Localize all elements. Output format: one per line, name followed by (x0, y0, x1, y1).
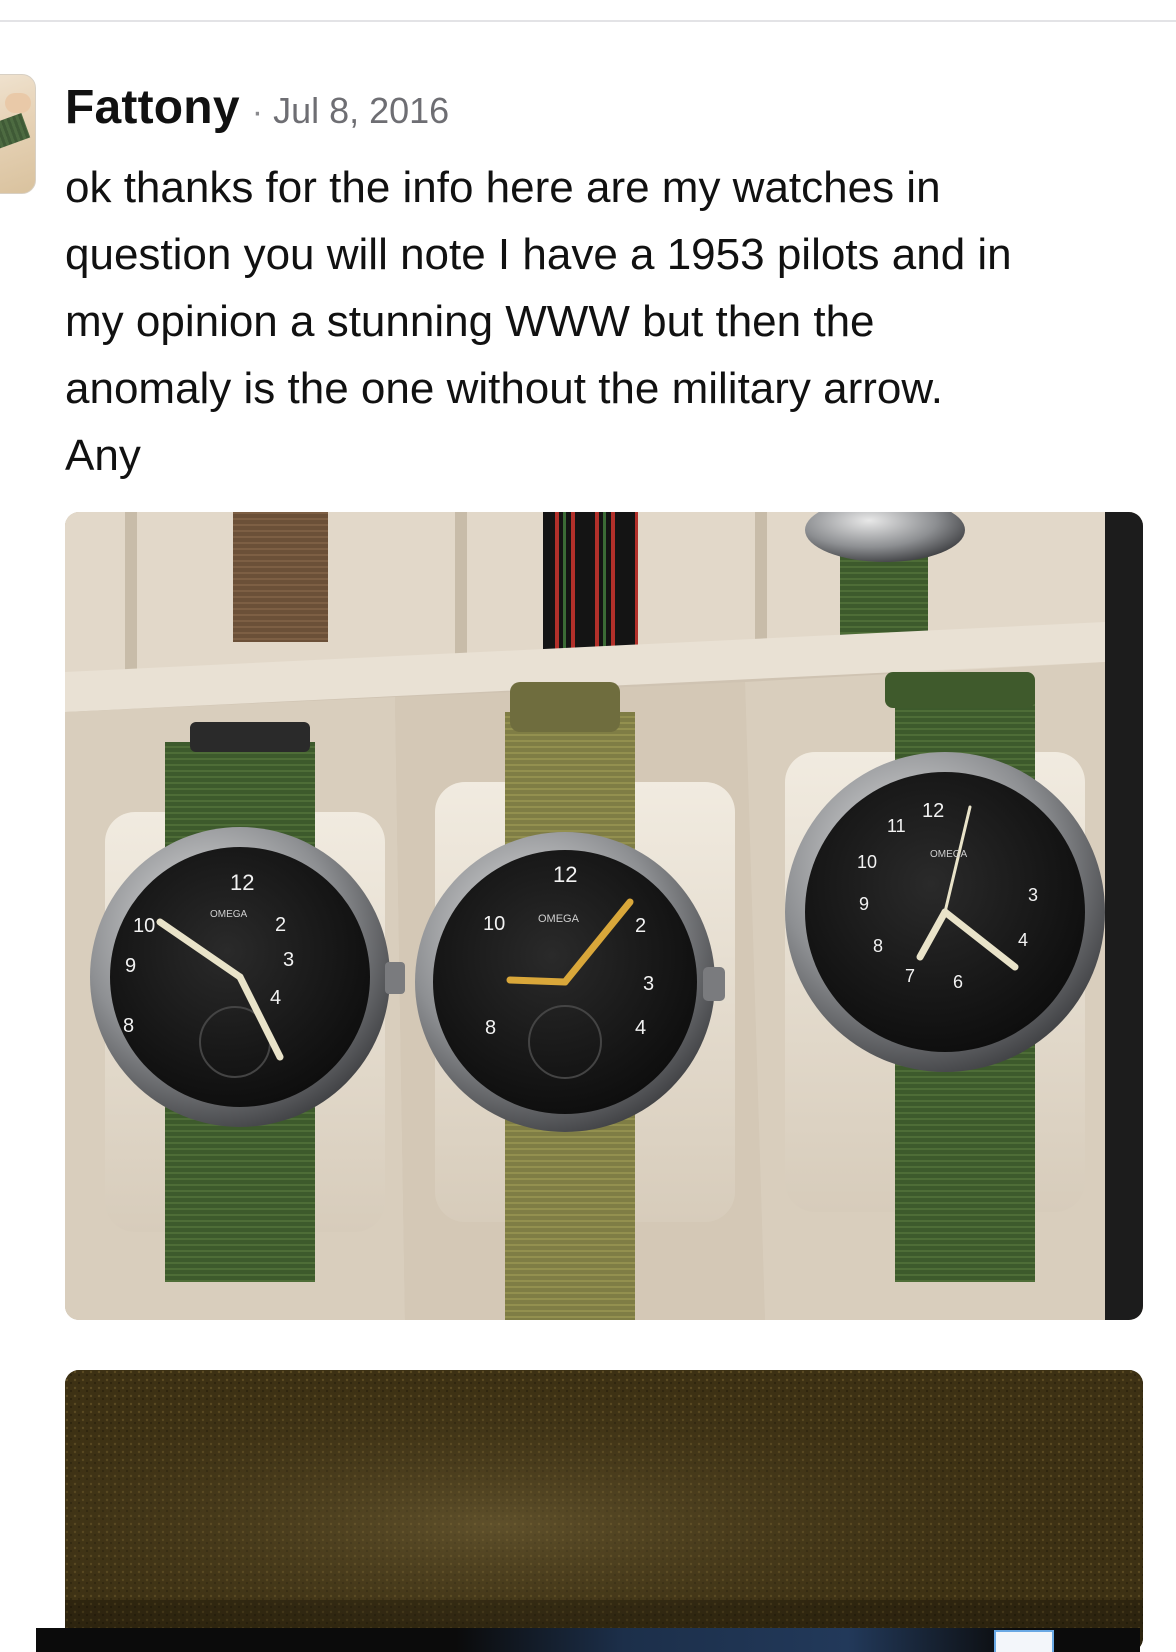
post-body-line: anomaly is the one without the military … (65, 364, 943, 413)
svg-text:4: 4 (635, 1017, 646, 1039)
svg-text:4: 4 (1018, 930, 1028, 950)
svg-text:8: 8 (123, 1015, 134, 1037)
svg-text:OMEGA: OMEGA (538, 913, 580, 925)
svg-text:OMEGA: OMEGA (930, 849, 968, 860)
post-body-line: question you will note I have a 1953 pil… (65, 230, 1012, 279)
svg-text:OMEGA: OMEGA (210, 909, 248, 920)
svg-text:12: 12 (922, 800, 944, 822)
svg-text:4: 4 (270, 987, 281, 1009)
post-body-line: Any (65, 431, 141, 480)
svg-text:12: 12 (230, 870, 254, 895)
top-divider (0, 20, 1176, 22)
watch-photo-illustration: 12 10 9 8 2 3 4 OMEGA 12 10 2 3 4 8 OMEG… (65, 512, 1143, 1320)
svg-text:2: 2 (635, 915, 646, 937)
leather-photo-illustration (65, 1370, 1143, 1652)
svg-text:3: 3 (643, 973, 654, 995)
author-avatar[interactable] (0, 74, 36, 194)
post-body-line: ok thanks for the info here are my watch… (65, 163, 941, 212)
svg-text:3: 3 (283, 949, 294, 971)
post-date[interactable]: Jul 8, 2016 (273, 90, 449, 132)
svg-text:2: 2 (275, 914, 286, 936)
svg-text:6: 6 (953, 972, 963, 992)
post-body: ok thanks for the info here are my watch… (65, 154, 1165, 489)
author-name[interactable]: Fattony (65, 80, 240, 135)
svg-text:3: 3 (1028, 885, 1038, 905)
watch-photo[interactable]: 12 10 9 8 2 3 4 OMEGA 12 10 2 3 4 8 OMEG… (65, 512, 1143, 1320)
svg-text:10: 10 (483, 913, 505, 935)
svg-text:9: 9 (859, 894, 869, 914)
leather-photo[interactable] (65, 1370, 1143, 1652)
avatar-strap-shape (0, 112, 31, 152)
svg-text:9: 9 (125, 955, 136, 977)
avatar-hand-shape (5, 93, 31, 113)
svg-text:11: 11 (887, 816, 906, 836)
svg-text:8: 8 (485, 1017, 496, 1039)
post-header: Fattony · Jul 8, 2016 (65, 80, 449, 140)
meta-separator: · (251, 93, 264, 131)
svg-text:10: 10 (133, 915, 155, 937)
svg-text:7: 7 (905, 966, 915, 986)
bottom-ad-banner[interactable] (36, 1628, 1140, 1652)
banner-graphic (456, 1628, 1016, 1652)
post-body-line: my opinion a stunning WWW but then the (65, 297, 875, 346)
svg-text:12: 12 (553, 862, 577, 887)
svg-text:10: 10 (857, 852, 877, 872)
svg-text:8: 8 (873, 936, 883, 956)
ad-choices-icon[interactable] (994, 1630, 1054, 1652)
